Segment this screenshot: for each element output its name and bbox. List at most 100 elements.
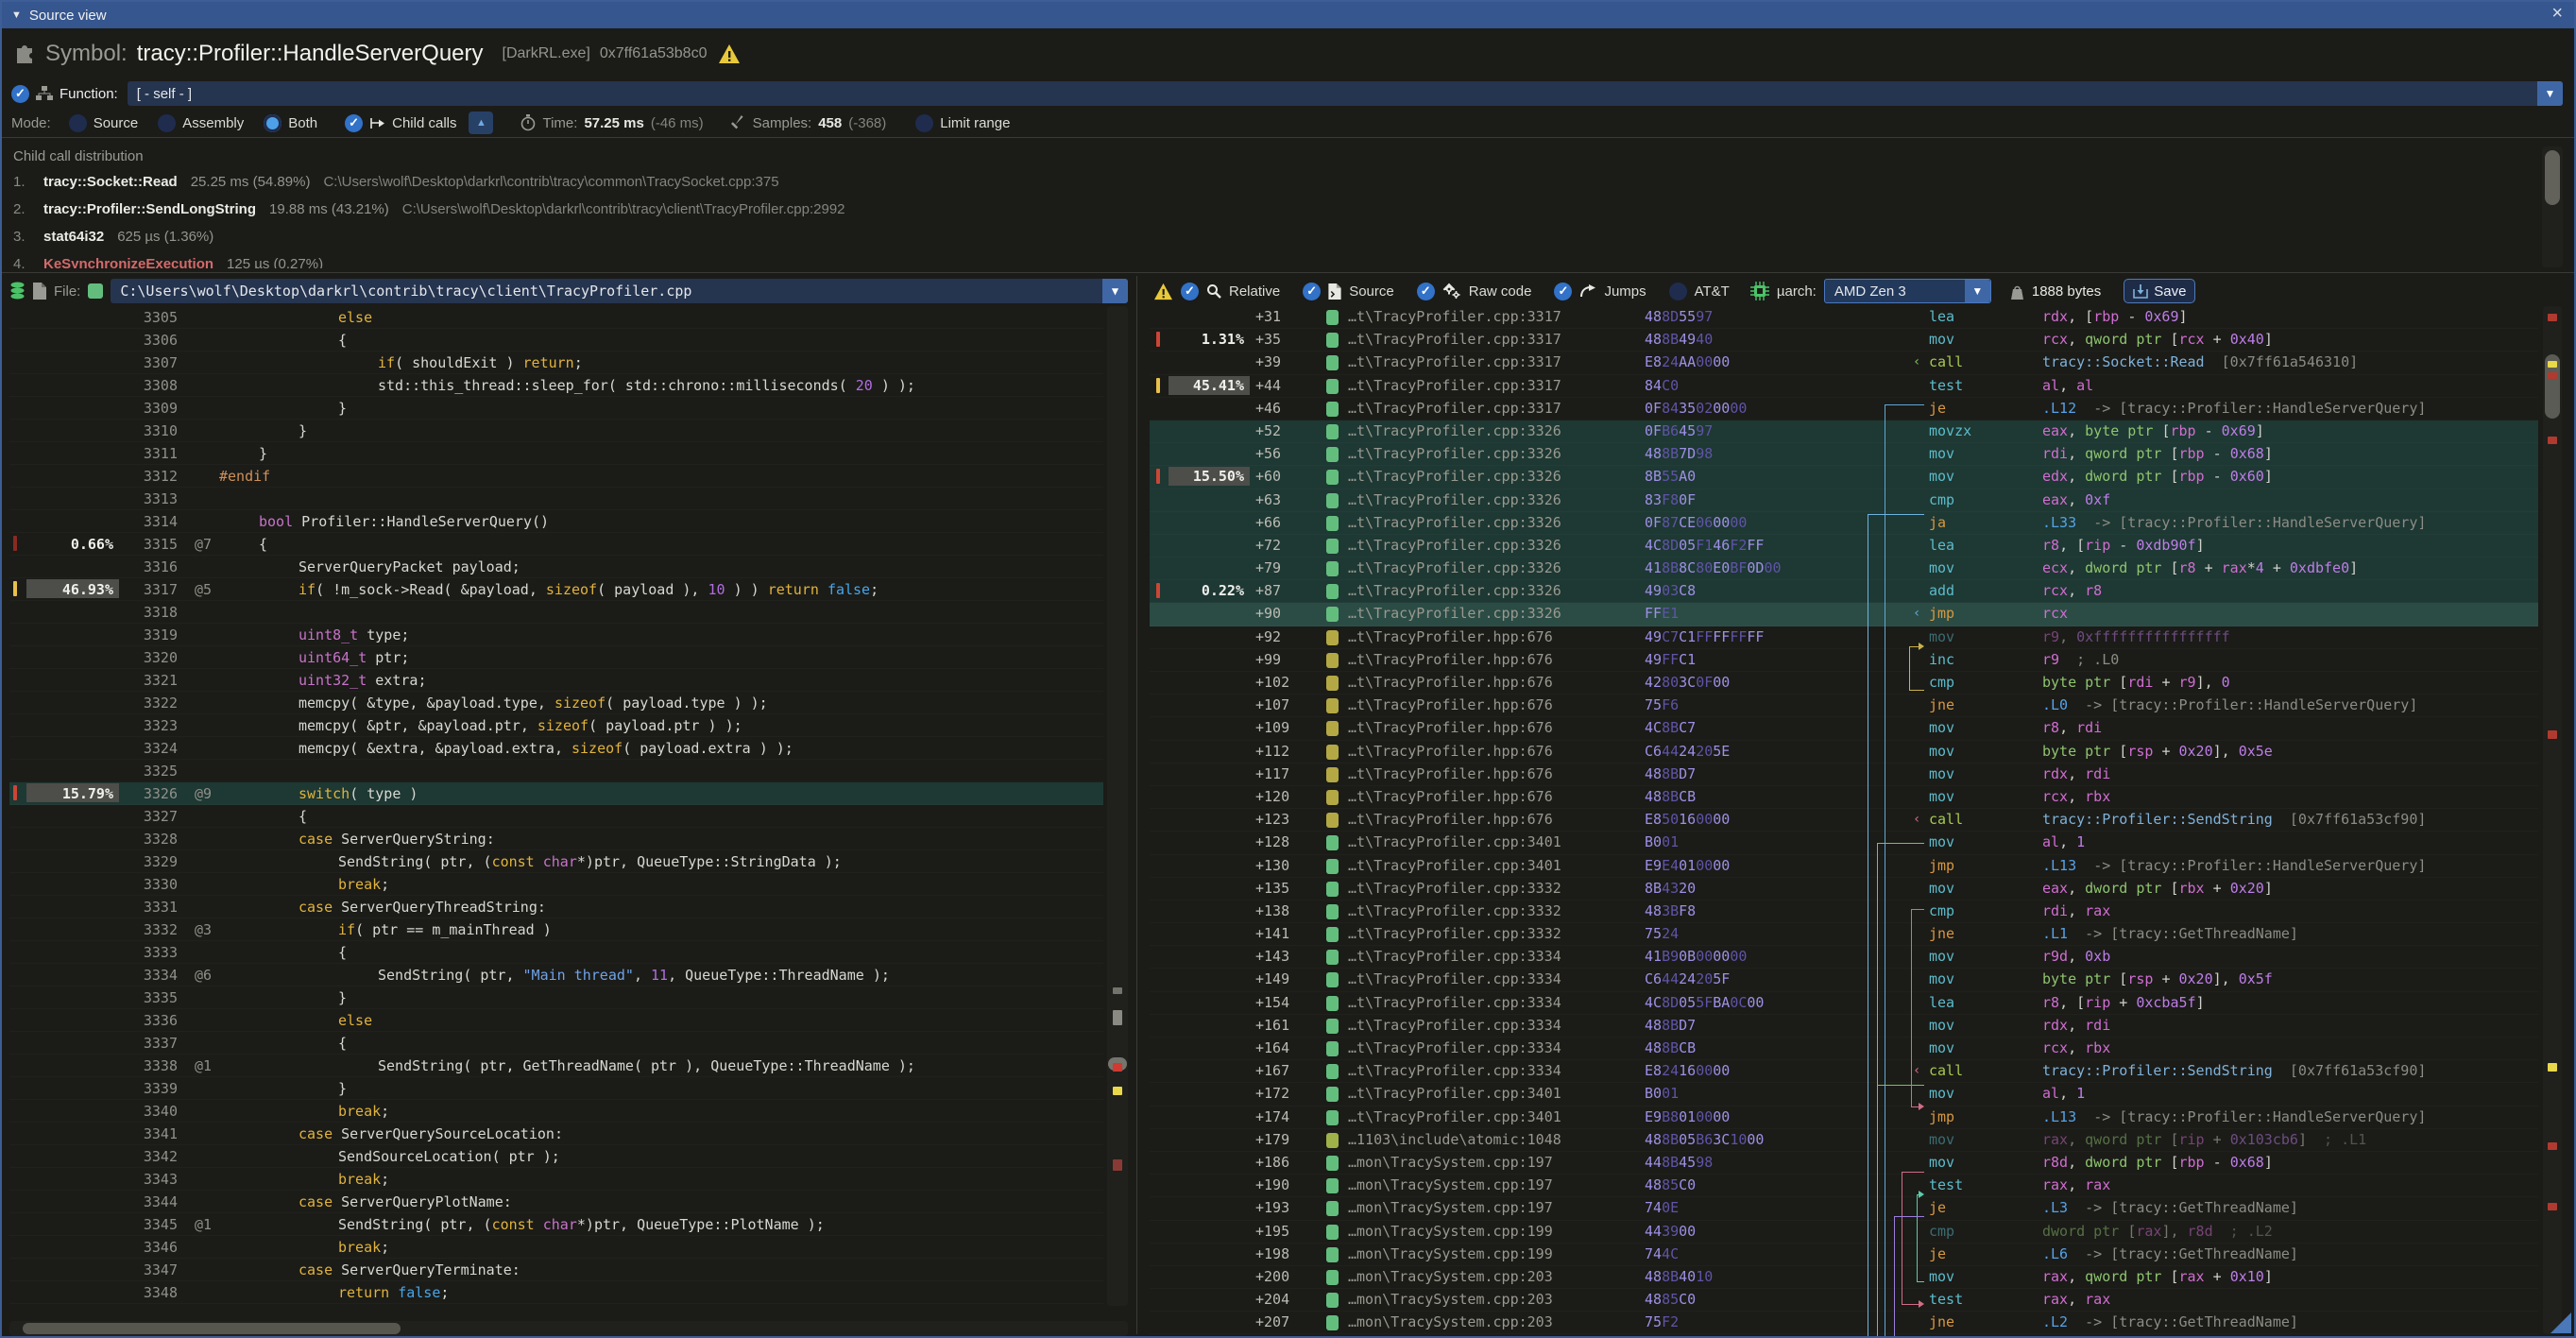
asm-row[interactable]: +130…t\TracyProfiler.cpp:3401E9E4010000j…	[1150, 855, 2538, 878]
limit-range-checkbox[interactable]	[915, 114, 933, 132]
asm-location[interactable]: …t\TracyProfiler.cpp:3317	[1348, 329, 1561, 351]
asm-row[interactable]: +198…mon\TracySystem.cpp:199744Cje.L6 ->…	[1150, 1244, 2538, 1266]
asm-location[interactable]: …t\TracyProfiler.hpp:676	[1348, 717, 1553, 739]
source-line-row[interactable]: 3329SendString( ptr, (const char*)ptr, Q…	[9, 850, 1103, 873]
asm-location[interactable]: …t\TracyProfiler.hpp:676	[1348, 649, 1553, 671]
relative-checkbox[interactable]: ✓	[1181, 283, 1199, 300]
asm-row[interactable]: +120…t\TracyProfiler.hpp:676488BCBmovrcx…	[1150, 786, 2538, 809]
radio-source[interactable]	[69, 114, 87, 132]
source-line-row[interactable]: 15.79%3326@9switch( type )	[9, 782, 1103, 805]
asm-row[interactable]: +179…1103\include\atomic:1048488B05B63C1…	[1150, 1129, 2538, 1152]
distribution-item[interactable]: 3. stat64i32 625 µs (1.36%)	[13, 223, 2546, 250]
att-checkbox[interactable]	[1669, 283, 1687, 300]
asm-row[interactable]: +149…t\TracyProfiler.cpp:3334C64424205Fm…	[1150, 969, 2538, 991]
collapse-distribution-button[interactable]: ▲	[469, 112, 493, 134]
asm-location[interactable]: …t\TracyProfiler.cpp:3326	[1348, 558, 1561, 579]
source-line-row[interactable]: 3323memcpy( &ptr, &payload.ptr, sizeof( …	[9, 714, 1103, 737]
assembly-vscrollbar[interactable]	[2543, 306, 2562, 1334]
asm-row[interactable]: 45.41%+44…t\TracyProfiler.cpp:331784C0te…	[1150, 375, 2538, 398]
asm-location[interactable]: …t\TracyProfiler.cpp:3334	[1348, 1038, 1561, 1059]
source-line-row[interactable]: 3318	[9, 601, 1103, 624]
source-line-row[interactable]: 3349case ServerQueryCallstackFrame:	[9, 1304, 1103, 1306]
asm-location[interactable]: …t\TracyProfiler.hpp:676	[1348, 786, 1553, 808]
asm-row[interactable]: +207…mon\TracySystem.cpp:20375F2jne.L2 -…	[1150, 1312, 2538, 1334]
radio-both[interactable]	[264, 114, 281, 132]
asm-location[interactable]: …t\TracyProfiler.cpp:3326	[1348, 603, 1561, 625]
source-line-row[interactable]: 3308std::this_thread::sleep_for( std::ch…	[9, 374, 1103, 397]
asm-row[interactable]: +190…mon\TracySystem.cpp:1974885C0testra…	[1150, 1175, 2538, 1197]
asm-location[interactable]: …t\TracyProfiler.hpp:676	[1348, 695, 1553, 716]
asm-location[interactable]: …t\TracyProfiler.cpp:3332	[1348, 923, 1561, 945]
asm-row[interactable]: +39…t\TracyProfiler.cpp:3317E824AA0000‹c…	[1150, 352, 2538, 374]
source-code-view[interactable]: 3305else3306{3307if( shouldExit ) return…	[9, 306, 1103, 1306]
source-line-row[interactable]: 3344case ServerQueryPlotName:	[9, 1191, 1103, 1213]
asm-row[interactable]: +79…t\TracyProfiler.cpp:3326418B8C80E0BF…	[1150, 558, 2538, 580]
asm-location[interactable]: …mon\TracySystem.cpp:199	[1348, 1221, 1553, 1243]
asm-location[interactable]: …t\TracyProfiler.cpp:3326	[1348, 466, 1561, 488]
asm-row[interactable]: +167…t\TracyProfiler.cpp:3334E824160000‹…	[1150, 1060, 2538, 1083]
asm-row[interactable]: +107…t\TracyProfiler.hpp:67675F6jne.L0 -…	[1150, 695, 2538, 717]
raw-code-checkbox[interactable]: ✓	[1417, 283, 1435, 300]
asm-location[interactable]: …mon\TracySystem.cpp:199	[1348, 1244, 1553, 1265]
source-line-row[interactable]: 3331case ServerQueryThreadString:	[9, 896, 1103, 918]
asm-location[interactable]: …1103\include\atomic:1048	[1348, 1129, 1561, 1151]
source-line-row[interactable]: 3321uint32_t extra;	[9, 669, 1103, 692]
source-line-row[interactable]: 3324memcpy( &extra, &payload.extra, size…	[9, 737, 1103, 760]
asm-location[interactable]: …t\TracyProfiler.cpp:3334	[1348, 1015, 1561, 1037]
source-line-row[interactable]: 3309}	[9, 397, 1103, 420]
asm-location[interactable]: …t\TracyProfiler.cpp:3317	[1348, 375, 1561, 397]
asm-row[interactable]: +123…t\TracyProfiler.hpp:676E850160000‹c…	[1150, 809, 2538, 832]
asm-row[interactable]: +46…t\TracyProfiler.cpp:33170F8435020000…	[1150, 398, 2538, 420]
asm-location[interactable]: …mon\TracySystem.cpp:197	[1348, 1197, 1553, 1219]
function-checkbox[interactable]: ✓	[11, 85, 29, 103]
asm-location[interactable]: …mon\TracySystem.cpp:197	[1348, 1175, 1553, 1196]
asm-row[interactable]: +90…t\TracyProfiler.cpp:3326FFE1‹jmprcx	[1150, 603, 2538, 626]
source-line-row[interactable]: 3337{	[9, 1032, 1103, 1055]
asm-row[interactable]: +112…t\TracyProfiler.hpp:676C64424205Emo…	[1150, 741, 2538, 763]
asm-row[interactable]: +128…t\TracyProfiler.cpp:3401B001moval, …	[1150, 832, 2538, 854]
asm-row[interactable]: +204…mon\TracySystem.cpp:2034885C0testra…	[1150, 1289, 2538, 1312]
source-line-row[interactable]: 3341case ServerQuerySourceLocation:	[9, 1123, 1103, 1145]
source-line-row[interactable]: 3339}	[9, 1077, 1103, 1100]
source-line-row[interactable]: 3313	[9, 488, 1103, 510]
asm-row[interactable]: +154…t\TracyProfiler.cpp:33344C8D055FBA0…	[1150, 992, 2538, 1015]
chevron-down-icon[interactable]: ▼	[1102, 279, 1128, 303]
asm-location[interactable]: …t\TracyProfiler.cpp:3334	[1348, 992, 1561, 1014]
source-line-row[interactable]: 3335}	[9, 986, 1103, 1009]
asm-row[interactable]: +56…t\TracyProfiler.cpp:3326488B7D98movr…	[1150, 443, 2538, 466]
asm-row[interactable]: +109…t\TracyProfiler.hpp:6764C8BC7movr8,…	[1150, 717, 2538, 740]
source-line-row[interactable]: 3319uint8_t type;	[9, 624, 1103, 646]
asm-row[interactable]: +186…mon\TracySystem.cpp:197448B4598movr…	[1150, 1152, 2538, 1175]
asm-row[interactable]: +161…t\TracyProfiler.cpp:3334488BD7movrd…	[1150, 1015, 2538, 1038]
asm-location[interactable]: …t\TracyProfiler.cpp:3334	[1348, 969, 1561, 990]
source-line-row[interactable]: 3312#endif	[9, 465, 1103, 488]
asm-row[interactable]: +141…t\TracyProfiler.cpp:33327524jne.L1 …	[1150, 923, 2538, 946]
distribution-item[interactable]: 1. tracy::Socket::Read 25.25 ms (54.89%)…	[13, 168, 2546, 196]
assembly-view[interactable]: +31…t\TracyProfiler.cpp:3317488D5597lear…	[1150, 306, 2538, 1338]
asm-location[interactable]: …t\TracyProfiler.cpp:3326	[1348, 420, 1561, 442]
pane-divider[interactable]	[1136, 276, 1137, 1334]
asm-row[interactable]: +174…t\TracyProfiler.cpp:3401E9B8010000j…	[1150, 1106, 2538, 1129]
asm-row[interactable]: 0.22%+87…t\TracyProfiler.cpp:33264903C8a…	[1150, 580, 2538, 603]
source-line-row[interactable]: 3325	[9, 760, 1103, 782]
chevron-down-icon[interactable]: ▼	[2537, 81, 2563, 106]
asm-row[interactable]: +102…t\TracyProfiler.hpp:67642803C0F00cm…	[1150, 672, 2538, 695]
asm-location[interactable]: …t\TracyProfiler.cpp:3334	[1348, 1060, 1561, 1082]
source-line-row[interactable]: 3343break;	[9, 1168, 1103, 1191]
source-line-row[interactable]: 46.93%3317@5if( !m_sock->Read( &payload,…	[9, 578, 1103, 601]
close-icon[interactable]: ×	[2551, 3, 2563, 25]
jumps-checkbox[interactable]: ✓	[1554, 283, 1572, 300]
scrollbar-handle[interactable]	[2545, 150, 2560, 205]
asm-location[interactable]: …t\TracyProfiler.cpp:3326	[1348, 512, 1561, 534]
asm-row[interactable]: +92…t\TracyProfiler.hpp:67649C7C1FFFFFFF…	[1150, 626, 2538, 649]
asm-row[interactable]: +195…mon\TracySystem.cpp:199443900cmpdwo…	[1150, 1221, 2538, 1244]
asm-row[interactable]: +200…mon\TracySystem.cpp:203488B4010movr…	[1150, 1266, 2538, 1289]
asm-location[interactable]: …t\TracyProfiler.cpp:3401	[1348, 1106, 1561, 1128]
asm-location[interactable]: …t\TracyProfiler.hpp:676	[1348, 626, 1553, 648]
asm-row[interactable]: +172…t\TracyProfiler.cpp:3401B001moval, …	[1150, 1083, 2538, 1106]
asm-row[interactable]: +63…t\TracyProfiler.cpp:332683F80Fcmpeax…	[1150, 489, 2538, 512]
source-line-row[interactable]: 3320uint64_t ptr;	[9, 646, 1103, 669]
asm-location[interactable]: …t\TracyProfiler.cpp:3401	[1348, 855, 1561, 877]
scrollbar-handle[interactable]	[23, 1323, 401, 1334]
asm-location[interactable]: …t\TracyProfiler.cpp:3317	[1348, 352, 1561, 373]
